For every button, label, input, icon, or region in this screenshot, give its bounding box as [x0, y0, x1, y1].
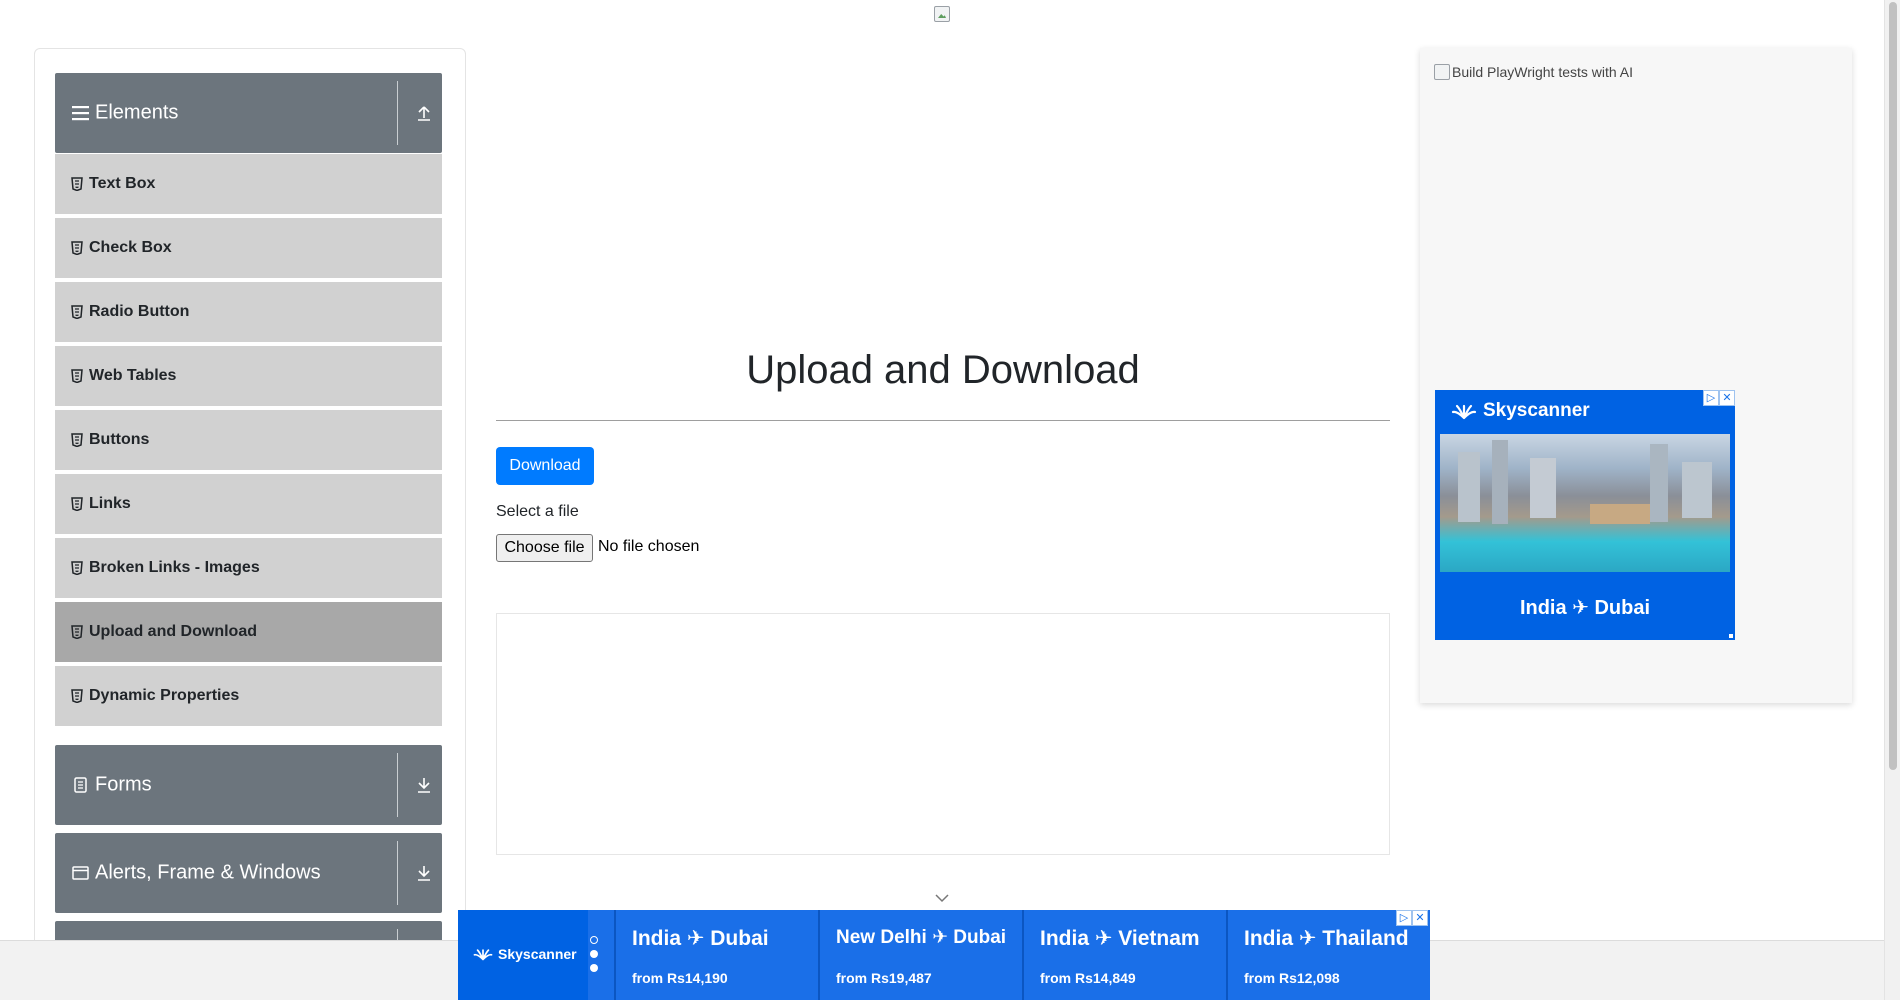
sidebar-item-label: Dynamic Properties — [89, 687, 240, 704]
group-divider — [397, 841, 398, 905]
group-header-forms[interactable]: Forms — [55, 745, 442, 825]
sidebar-item-buttons[interactable]: Buttons — [55, 410, 442, 472]
group-title-forms: Forms — [95, 773, 152, 796]
deal-card[interactable]: India ✈ Dubai from Rs14,190 — [614, 910, 818, 1000]
ad-info-icon[interactable]: ▷ — [1703, 390, 1719, 406]
sidebar-item-links[interactable]: Links — [55, 474, 442, 536]
ad-choices[interactable]: ▷ ✕ — [1396, 910, 1428, 926]
deal-price: from Rs19,487 — [836, 970, 932, 986]
deal-route: India ✈ Dubai — [632, 927, 769, 950]
banner-image[interactable] — [934, 6, 950, 22]
brand-name: Skyscanner — [498, 946, 577, 962]
deal-price: from Rs14,849 — [1040, 970, 1136, 986]
title-divider — [496, 420, 1390, 421]
html5-icon — [71, 369, 83, 383]
group-title-alerts: Alerts, Frame & Windows — [95, 861, 321, 884]
deal-route: New Delhi ✈ Dubai — [836, 927, 1007, 948]
sidebar-item-text-box[interactable]: Text Box — [55, 154, 442, 216]
carousel-dots[interactable] — [590, 936, 598, 972]
sidebar-item-label: Check Box — [89, 239, 172, 256]
ad-info-icon[interactable]: ▷ — [1396, 910, 1412, 926]
sidebar-item-web-tables[interactable]: Web Tables — [55, 346, 442, 408]
menu-icon — [72, 106, 89, 121]
html5-icon — [71, 433, 83, 447]
deal-route: India ✈ Vietnam — [1040, 927, 1200, 950]
window-icon — [72, 866, 89, 880]
skyscanner-brand: Skyscanner — [1451, 400, 1590, 422]
choose-file-button[interactable]: Choose file — [496, 534, 593, 562]
carousel-dot[interactable] — [590, 950, 598, 958]
ad-broken-image[interactable]: Build PlayWright tests with AI — [1434, 64, 1633, 80]
sidebar-item-broken-links[interactable]: Broken Links - Images — [55, 538, 442, 600]
close-icon[interactable]: ✕ — [1412, 910, 1428, 926]
group-header-elements[interactable]: Elements — [55, 73, 442, 153]
ad-route: India ✈ Dubai — [1519, 597, 1651, 619]
sidebar-item-check-box[interactable]: Check Box — [55, 218, 442, 280]
skyscanner-logo-icon — [473, 949, 493, 961]
skyscanner-logo-icon — [1451, 404, 1477, 420]
sidebar-item-label: Buttons — [89, 431, 150, 448]
sidebar-item-label: Upload and Download — [89, 623, 257, 640]
group-divider — [397, 81, 398, 145]
upload-result-area — [496, 613, 1390, 855]
bottom-skyscanner-ad[interactable]: Skyscanner India ✈ Dubai from Rs14,190 N… — [458, 910, 1430, 1000]
ad-corner-marker — [1729, 634, 1733, 638]
file-status-text: No file chosen — [598, 538, 700, 555]
ad-image-alt-text: Build PlayWright tests with AI — [1452, 64, 1634, 80]
sidebar-item-label: Links — [89, 495, 131, 512]
deal-route: India ✈ Thailand — [1244, 927, 1409, 950]
group-divider — [397, 753, 398, 817]
carousel-dot[interactable] — [590, 936, 598, 944]
expand-icon[interactable] — [415, 864, 433, 882]
html5-icon — [71, 561, 83, 575]
sidebar-item-dynamic-properties[interactable]: Dynamic Properties — [55, 666, 442, 728]
deal-price: from Rs14,190 — [632, 970, 728, 986]
dubai-photo — [1440, 434, 1730, 572]
collapse-icon[interactable] — [415, 104, 433, 122]
expand-icon[interactable] — [415, 776, 433, 794]
close-icon[interactable]: ✕ — [1719, 390, 1735, 406]
broken-image-icon — [1434, 64, 1450, 80]
sidebar-item-radio-button[interactable]: Radio Button — [55, 282, 442, 344]
sidebar-item-label: Text Box — [89, 175, 156, 192]
select-file-label: Select a file — [496, 503, 579, 520]
sidebar-item-upload-download[interactable]: Upload and Download — [55, 602, 442, 664]
skyscanner-ad[interactable]: Skyscanner ▷ ✕ India ✈ Dubai — [1435, 390, 1735, 640]
html5-icon — [71, 177, 83, 191]
html5-icon — [71, 305, 83, 319]
html5-icon — [71, 497, 83, 511]
download-button[interactable]: Download — [496, 447, 594, 485]
html5-icon — [71, 689, 83, 703]
sidebar-item-label: Radio Button — [89, 303, 190, 320]
deal-card[interactable]: India ✈ Vietnam from Rs14,849 — [1022, 910, 1226, 1000]
carousel-dot[interactable] — [590, 964, 598, 972]
group-header-alerts[interactable]: Alerts, Frame & Windows — [55, 833, 442, 913]
group-title-elements: Elements — [95, 101, 179, 124]
deal-card[interactable]: New Delhi ✈ Dubai from Rs19,487 — [818, 910, 1022, 1000]
skyscanner-brand: Skyscanner — [472, 946, 577, 962]
page-scrollbar[interactable] — [1884, 0, 1900, 1000]
sidebar-item-label: Broken Links - Images — [89, 559, 260, 576]
html5-icon — [71, 625, 83, 639]
brand-name: Skyscanner — [1483, 400, 1590, 421]
chevron-down-icon[interactable] — [934, 892, 950, 904]
html5-icon — [71, 241, 83, 255]
sidebar-item-label: Web Tables — [89, 367, 177, 384]
scrollbar-thumb[interactable] — [1889, 2, 1897, 770]
form-icon — [74, 777, 87, 793]
ad-choices[interactable]: ▷ ✕ — [1703, 390, 1735, 406]
page-title: Upload and Download — [746, 348, 1140, 392]
deal-price: from Rs12,098 — [1244, 970, 1340, 986]
